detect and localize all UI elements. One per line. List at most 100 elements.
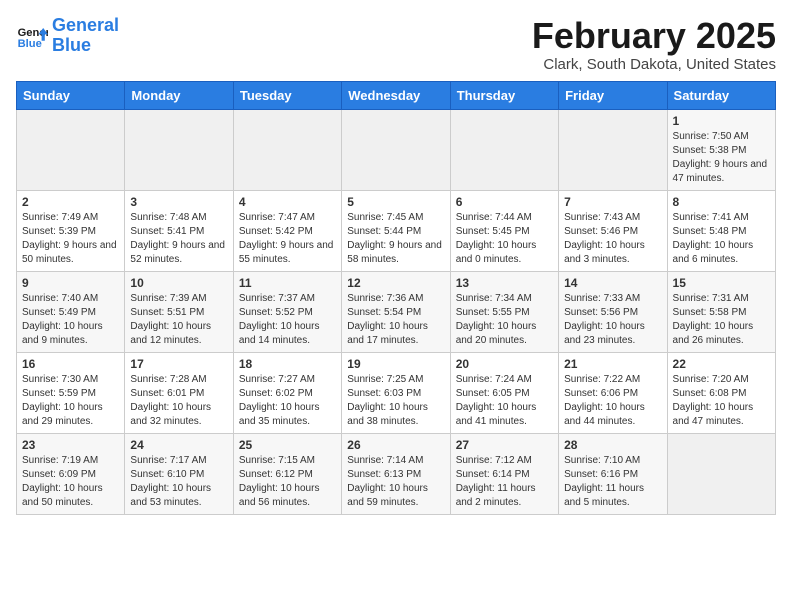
day-number: 25: [239, 438, 336, 452]
calendar-cell: [559, 109, 667, 190]
calendar-cell: 9 Sunrise: 7:40 AM Sunset: 5:49 PM Daylig…: [17, 271, 125, 352]
day-number: 1: [673, 114, 770, 128]
svg-text:Blue: Blue: [18, 38, 42, 50]
calendar-cell: 1 Sunrise: 7:50 AM Sunset: 5:38 PM Daylig…: [667, 109, 775, 190]
calendar-cell: 7 Sunrise: 7:43 AM Sunset: 5:46 PM Daylig…: [559, 190, 667, 271]
day-info: Sunrise: 7:25 AM Sunset: 6:03 PM Dayligh…: [347, 373, 444, 429]
day-number: 2: [22, 195, 119, 209]
day-number: 23: [22, 438, 119, 452]
day-number: 14: [564, 276, 661, 290]
calendar-cell: 4 Sunrise: 7:47 AM Sunset: 5:42 PM Daylig…: [233, 190, 341, 271]
day-info: Sunrise: 7:33 AM Sunset: 5:56 PM Dayligh…: [564, 292, 661, 348]
weekday-header-monday: Monday: [125, 81, 233, 109]
page-header: General Blue General Blue February 2025 …: [16, 16, 776, 73]
calendar-cell: 24 Sunrise: 7:17 AM Sunset: 6:10 PM Dayli…: [125, 433, 233, 514]
day-info: Sunrise: 7:20 AM Sunset: 6:08 PM Dayligh…: [673, 373, 770, 429]
day-number: 21: [564, 357, 661, 371]
day-info: Sunrise: 7:15 AM Sunset: 6:12 PM Dayligh…: [239, 454, 336, 510]
day-number: 12: [347, 276, 444, 290]
calendar-cell: 18 Sunrise: 7:27 AM Sunset: 6:02 PM Dayli…: [233, 352, 341, 433]
day-info: Sunrise: 7:17 AM Sunset: 6:10 PM Dayligh…: [130, 454, 227, 510]
day-number: 3: [130, 195, 227, 209]
day-number: 24: [130, 438, 227, 452]
day-number: 8: [673, 195, 770, 209]
day-info: Sunrise: 7:44 AM Sunset: 5:45 PM Dayligh…: [456, 211, 553, 267]
weekday-header-sunday: Sunday: [17, 81, 125, 109]
day-number: 5: [347, 195, 444, 209]
title-block: February 2025 Clark, South Dakota, Unite…: [532, 16, 776, 73]
calendar-cell: [233, 109, 341, 190]
calendar-cell: 3 Sunrise: 7:48 AM Sunset: 5:41 PM Daylig…: [125, 190, 233, 271]
calendar-cell: 2 Sunrise: 7:49 AM Sunset: 5:39 PM Daylig…: [17, 190, 125, 271]
calendar-cell: [125, 109, 233, 190]
calendar-cell: 22 Sunrise: 7:20 AM Sunset: 6:08 PM Dayli…: [667, 352, 775, 433]
day-info: Sunrise: 7:36 AM Sunset: 5:54 PM Dayligh…: [347, 292, 444, 348]
logo-text-line2: Blue: [52, 36, 119, 56]
calendar-cell: 20 Sunrise: 7:24 AM Sunset: 6:05 PM Dayli…: [450, 352, 558, 433]
weekday-header-friday: Friday: [559, 81, 667, 109]
calendar-cell: 11Sunrise: 7:37 AM Sunset: 5:52 PM Dayli…: [233, 271, 341, 352]
logo-icon: General Blue: [16, 20, 48, 52]
calendar-cell: [450, 109, 558, 190]
calendar-cell: 8 Sunrise: 7:41 AM Sunset: 5:48 PM Daylig…: [667, 190, 775, 271]
day-number: 26: [347, 438, 444, 452]
day-info: Sunrise: 7:27 AM Sunset: 6:02 PM Dayligh…: [239, 373, 336, 429]
calendar-cell: 23 Sunrise: 7:19 AM Sunset: 6:09 PM Dayli…: [17, 433, 125, 514]
day-info: Sunrise: 7:12 AM Sunset: 6:14 PM Dayligh…: [456, 454, 553, 510]
weekday-header-row: SundayMondayTuesdayWednesdayThursdayFrid…: [17, 81, 776, 109]
day-number: 19: [347, 357, 444, 371]
logo-text-line1: General: [52, 16, 119, 36]
day-info: Sunrise: 7:49 AM Sunset: 5:39 PM Dayligh…: [22, 211, 119, 267]
day-number: 15: [673, 276, 770, 290]
calendar-cell: 6 Sunrise: 7:44 AM Sunset: 5:45 PM Daylig…: [450, 190, 558, 271]
calendar-cell: 12 Sunrise: 7:36 AM Sunset: 5:54 PM Dayli…: [342, 271, 450, 352]
calendar-week-1: 1 Sunrise: 7:50 AM Sunset: 5:38 PM Daylig…: [17, 109, 776, 190]
calendar-cell: 21 Sunrise: 7:22 AM Sunset: 6:06 PM Dayli…: [559, 352, 667, 433]
weekday-header-thursday: Thursday: [450, 81, 558, 109]
day-info: Sunrise: 7:19 AM Sunset: 6:09 PM Dayligh…: [22, 454, 119, 510]
calendar-cell: 25 Sunrise: 7:15 AM Sunset: 6:12 PM Dayli…: [233, 433, 341, 514]
calendar-cell: 5 Sunrise: 7:45 AM Sunset: 5:44 PM Daylig…: [342, 190, 450, 271]
day-number: 7: [564, 195, 661, 209]
day-info: Sunrise: 7:37 AM Sunset: 5:52 PM Dayligh…: [239, 292, 336, 348]
day-info: Sunrise: 7:47 AM Sunset: 5:42 PM Dayligh…: [239, 211, 336, 267]
day-info: Sunrise: 7:34 AM Sunset: 5:55 PM Dayligh…: [456, 292, 553, 348]
calendar-cell: 27 Sunrise: 7:12 AM Sunset: 6:14 PM Dayli…: [450, 433, 558, 514]
day-number: 9: [22, 276, 119, 290]
day-info: Sunrise: 7:41 AM Sunset: 5:48 PM Dayligh…: [673, 211, 770, 267]
day-info: Sunrise: 7:45 AM Sunset: 5:44 PM Dayligh…: [347, 211, 444, 267]
calendar-cell: 15Sunrise: 7:31 AM Sunset: 5:58 PM Dayli…: [667, 271, 775, 352]
day-info: Sunrise: 7:48 AM Sunset: 5:41 PM Dayligh…: [130, 211, 227, 267]
day-info: Sunrise: 7:24 AM Sunset: 6:05 PM Dayligh…: [456, 373, 553, 429]
calendar-cell: 28Sunrise: 7:10 AM Sunset: 6:16 PM Dayli…: [559, 433, 667, 514]
day-info: Sunrise: 7:50 AM Sunset: 5:38 PM Dayligh…: [673, 130, 770, 186]
calendar-cell: 17Sunrise: 7:28 AM Sunset: 6:01 PM Dayli…: [125, 352, 233, 433]
calendar-cell: 13Sunrise: 7:34 AM Sunset: 5:55 PM Dayli…: [450, 271, 558, 352]
day-number: 28: [564, 438, 661, 452]
logo: General Blue General Blue: [16, 16, 119, 56]
month-title: February 2025: [532, 16, 776, 56]
day-info: Sunrise: 7:39 AM Sunset: 5:51 PM Dayligh…: [130, 292, 227, 348]
day-info: Sunrise: 7:28 AM Sunset: 6:01 PM Dayligh…: [130, 373, 227, 429]
calendar-cell: 14 Sunrise: 7:33 AM Sunset: 5:56 PM Dayli…: [559, 271, 667, 352]
day-info: Sunrise: 7:43 AM Sunset: 5:46 PM Dayligh…: [564, 211, 661, 267]
day-info: Sunrise: 7:30 AM Sunset: 5:59 PM Dayligh…: [22, 373, 119, 429]
day-number: 27: [456, 438, 553, 452]
location-title: Clark, South Dakota, United States: [532, 56, 776, 73]
day-number: 10: [130, 276, 227, 290]
weekday-header-wednesday: Wednesday: [342, 81, 450, 109]
calendar-cell: 16 Sunrise: 7:30 AM Sunset: 5:59 PM Dayli…: [17, 352, 125, 433]
day-info: Sunrise: 7:40 AM Sunset: 5:49 PM Dayligh…: [22, 292, 119, 348]
day-number: 22: [673, 357, 770, 371]
day-number: 16: [22, 357, 119, 371]
day-info: Sunrise: 7:22 AM Sunset: 6:06 PM Dayligh…: [564, 373, 661, 429]
day-number: 18: [239, 357, 336, 371]
calendar-week-2: 2 Sunrise: 7:49 AM Sunset: 5:39 PM Daylig…: [17, 190, 776, 271]
day-number: 4: [239, 195, 336, 209]
day-number: 20: [456, 357, 553, 371]
calendar-week-5: 23 Sunrise: 7:19 AM Sunset: 6:09 PM Dayli…: [17, 433, 776, 514]
day-number: 6: [456, 195, 553, 209]
calendar: SundayMondayTuesdayWednesdayThursdayFrid…: [16, 81, 776, 515]
calendar-cell: [342, 109, 450, 190]
weekday-header-tuesday: Tuesday: [233, 81, 341, 109]
